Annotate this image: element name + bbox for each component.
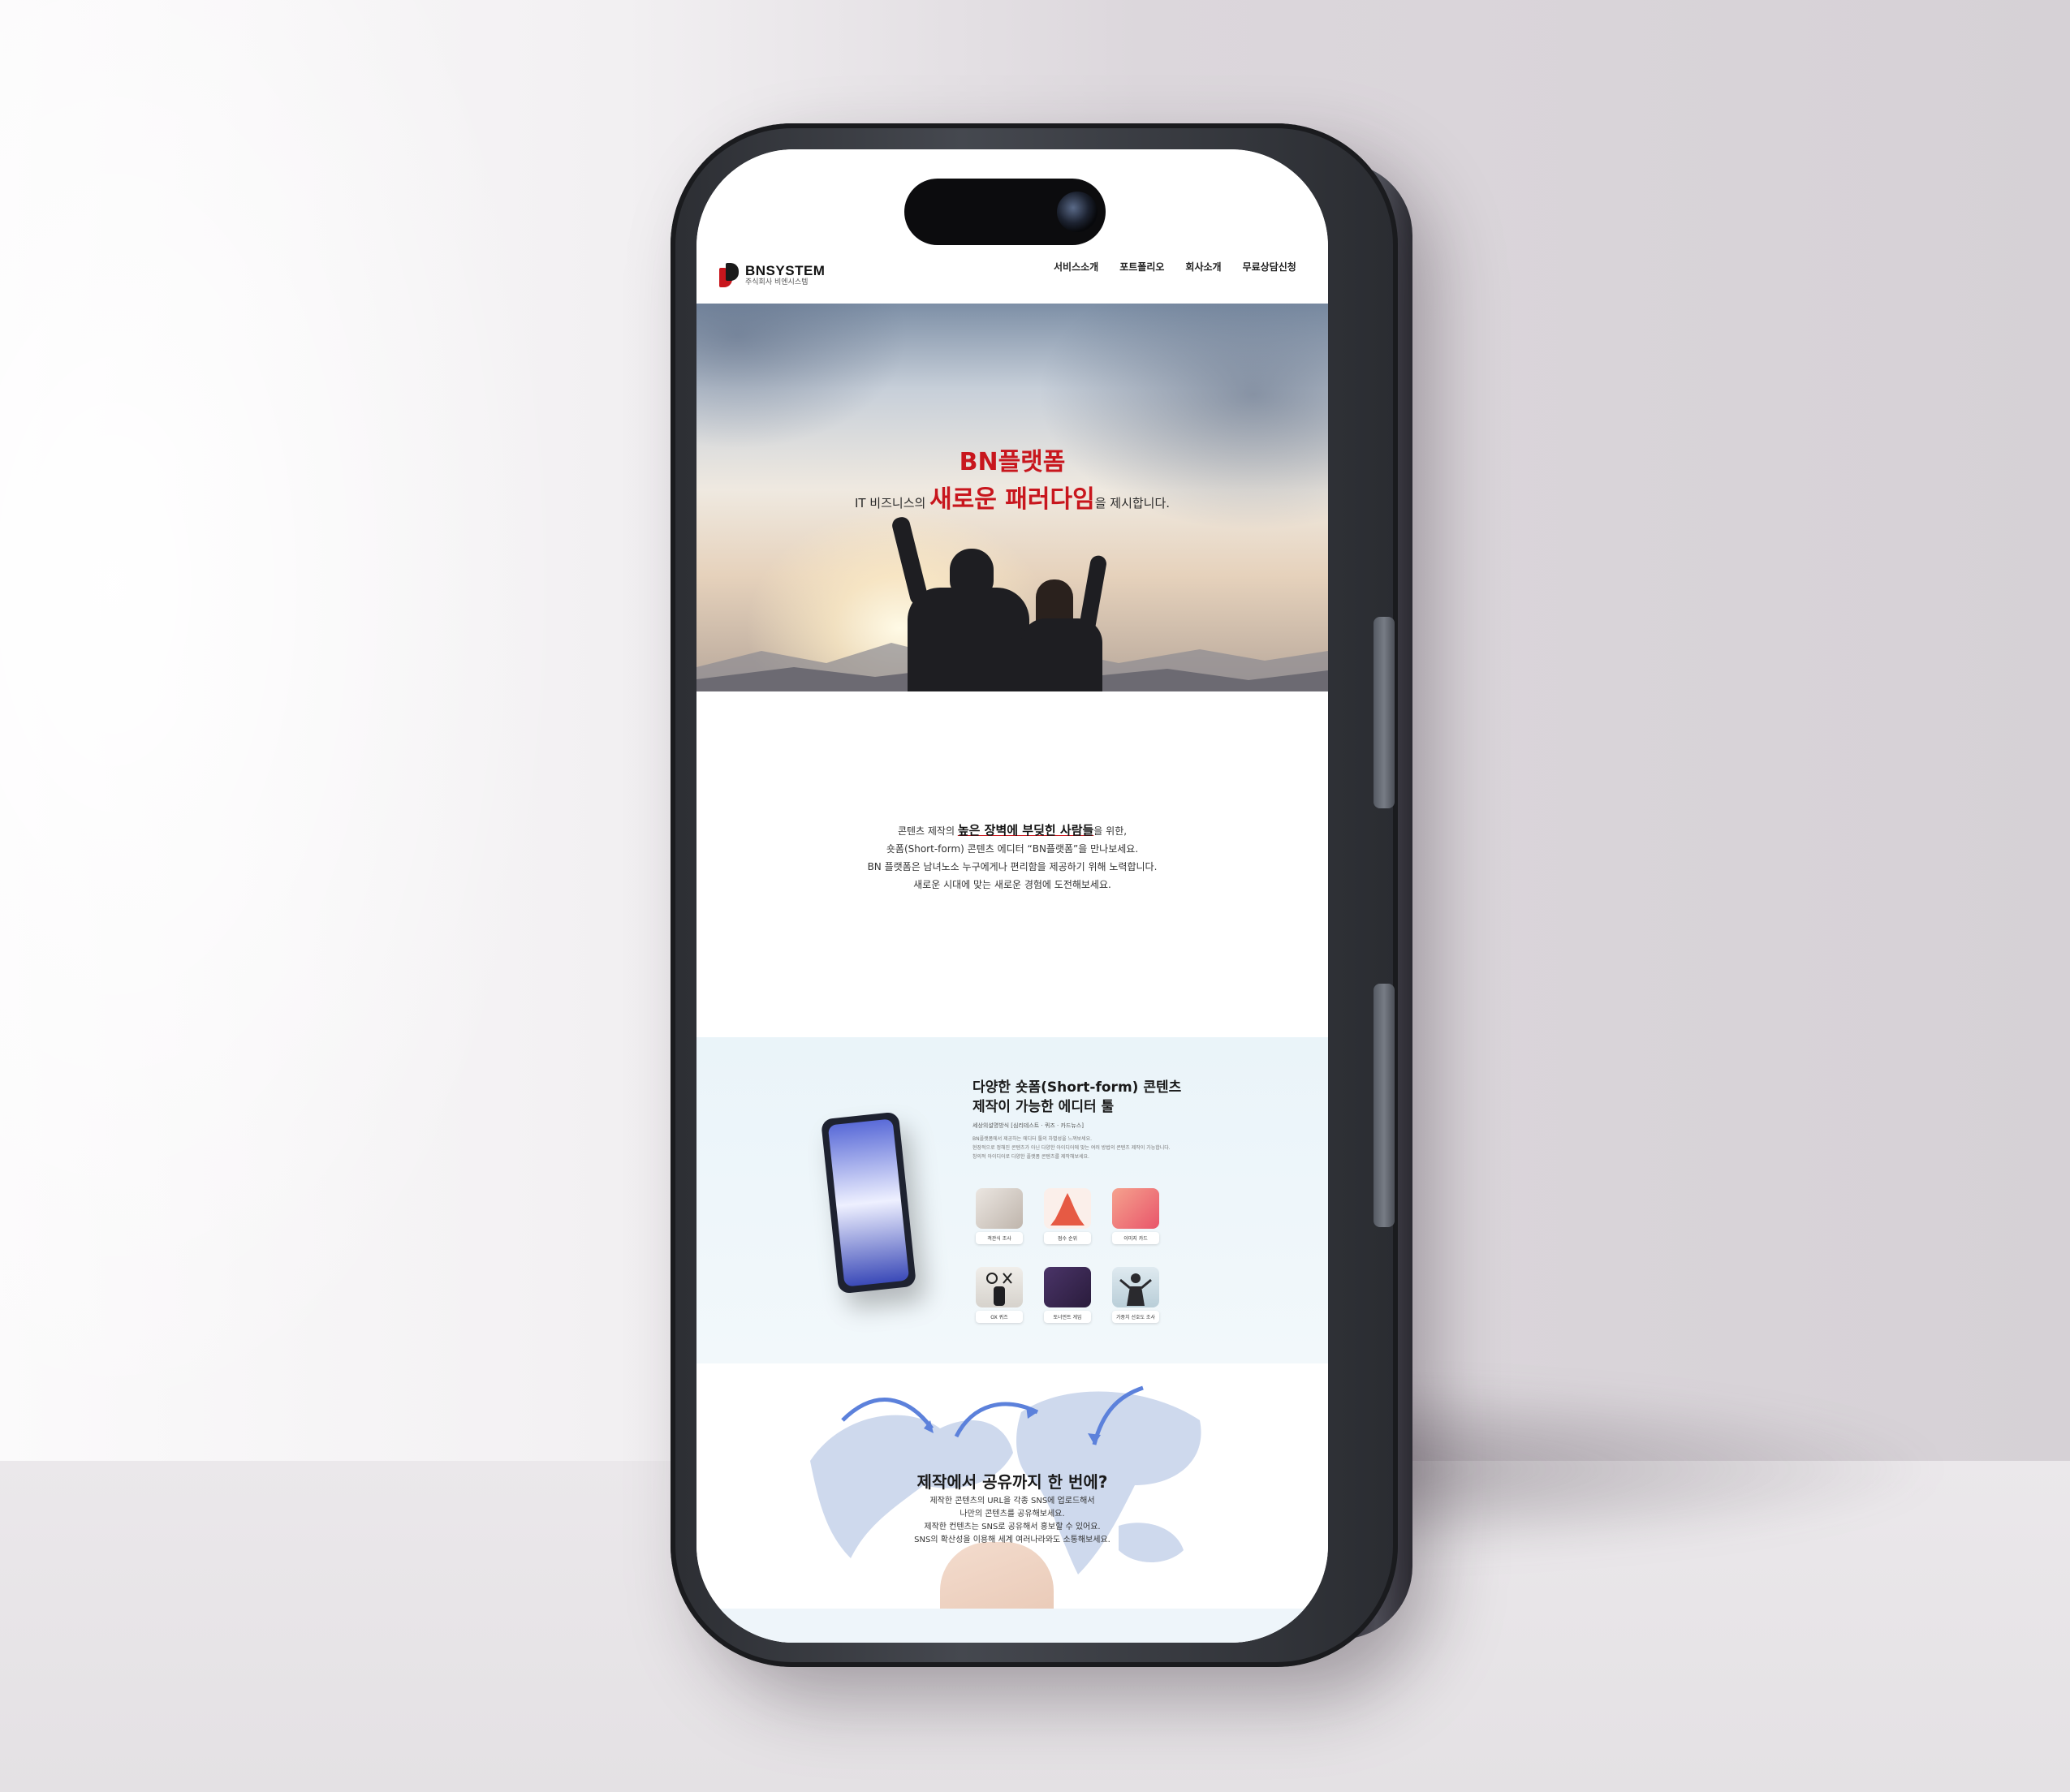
image-card-icon — [1112, 1188, 1159, 1229]
side-button-bottom — [1374, 984, 1395, 1227]
ranking-chart-icon — [1044, 1188, 1091, 1229]
logo-name: BNSYSTEM — [745, 263, 826, 278]
hero-title: BN플랫폼 — [959, 448, 1066, 476]
next-section-edge — [696, 1609, 1328, 1643]
preference-survey-icon — [1112, 1267, 1159, 1307]
editor-tools-section: 다양한 숏폼(Short-form) 콘텐츠 제작이 가능한 에디터 툴 세상의… — [696, 1037, 1328, 1363]
main-menu: 서비스소개 포트폴리오 회사소개 무료상담신청 — [1054, 260, 1296, 274]
tool-multiple-choice[interactable]: 객관식 조사 — [976, 1188, 1023, 1244]
share-title: 제작에서 공유까지 한 번에? — [916, 1472, 1108, 1492]
menu-consult[interactable]: 무료상담신청 — [1243, 260, 1296, 274]
menu-company[interactable]: 회사소개 — [1185, 260, 1221, 274]
intro-line-2: 숏폼(Short-form) 콘텐츠 에디터 “BN플랫폼”을 만나보세요. — [886, 843, 1139, 855]
survey-icon — [976, 1188, 1023, 1229]
menu-portfolio[interactable]: 포트폴리오 — [1119, 260, 1164, 274]
side-button-top — [1374, 617, 1395, 808]
phone-screen: BNSYSTEM 주식회사 비엔시스템 서비스소개 포트폴리오 회사소개 무료상… — [696, 149, 1328, 1643]
tool-image-card[interactable]: 이미지 카드 — [1112, 1188, 1159, 1244]
hero-banner: BN플랫폼 IT 비즈니스의 새로운 패러다임을 제시합니다. — [696, 304, 1328, 691]
tools-description: BN플랫폼에서 제공하는 에디터 툴의 차별성을 느껴보세요. 현장적으로 정해… — [972, 1136, 1171, 1160]
intro-section: 콘텐츠 제작의 높은 장벽에 부딪힌 사람들을 위한, 숏폼(Short-for… — [696, 691, 1328, 1037]
menu-service[interactable]: 서비스소개 — [1054, 260, 1098, 274]
share-description: 제작한 콘텐츠의 URL을 각종 SNS에 업로드해서 나만의 콘텐츠를 공유해… — [914, 1497, 1110, 1544]
ox-quiz-icon — [976, 1267, 1023, 1307]
logo-subtitle: 주식회사 비엔시스템 — [745, 278, 809, 286]
tournament-icon — [1044, 1267, 1091, 1307]
tool-score-ranking[interactable]: 점수 순위 — [1044, 1188, 1091, 1244]
hero-subtitle: IT 비즈니스의 새로운 패러다임을 제시합니다. — [854, 485, 1171, 514]
phone-mockup-image — [820, 1111, 917, 1294]
site-logo[interactable]: BNSYSTEM 주식회사 비엔시스템 — [719, 263, 825, 287]
intro-line-3: BN 플랫폼은 남녀노소 누구에게나 편리함을 제공하기 위해 노력합니다. — [867, 861, 1158, 872]
intro-line-4: 새로운 시대에 맞는 새로운 경험에 도전해보세요. — [913, 879, 1111, 890]
tool-grid: 객관식 조사 점수 순위 이미지 카드 OX 퀴즈 토너먼트 게임 가중치 선호… — [976, 1188, 1169, 1323]
front-camera-icon — [1057, 192, 1098, 232]
tool-ox-quiz[interactable]: OX 퀴즈 — [976, 1267, 1023, 1323]
intro-line-1: 콘텐츠 제작의 높은 장벽에 부딪힌 사람들을 위한, — [897, 823, 1128, 838]
tools-title: 다양한 숏폼(Short-form) 콘텐츠 제작이 가능한 에디터 툴 — [972, 1079, 1182, 1115]
hero-headline: BN플랫폼 IT 비즈니스의 새로운 패러다임을 제시합니다. — [696, 442, 1328, 515]
tool-tournament-game[interactable]: 토너먼트 게임 — [1044, 1267, 1091, 1323]
share-section: 제작에서 공유까지 한 번에? 제작한 콘텐츠의 URL을 각종 SNS에 업로… — [696, 1363, 1328, 1643]
tools-subtitle: 세상의설명방식 [심리테스트 · 퀴즈 · 카드뉴스] — [972, 1122, 1084, 1129]
bn-logo-icon — [719, 263, 740, 287]
tool-weighted-preference[interactable]: 가중치 선호도 조사 — [1112, 1267, 1159, 1323]
window-light — [0, 0, 568, 1461]
